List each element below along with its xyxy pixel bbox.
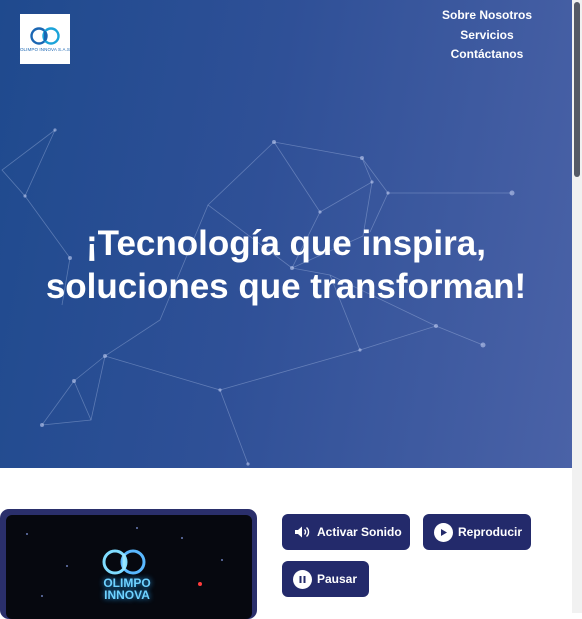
- video-player[interactable]: OLIMPO INNOVA: [0, 509, 257, 619]
- company-logo[interactable]: OLIMPO INNOVA S.A.S: [20, 14, 70, 64]
- pause-icon: [293, 569, 312, 589]
- pause-label: Pausar: [317, 572, 358, 586]
- video-logo-icon: [102, 549, 146, 575]
- nav-link-services[interactable]: Servicios: [460, 26, 513, 46]
- hero-title: ¡Tecnología que inspira, soluciones que …: [0, 222, 572, 308]
- logo-mark-icon: [30, 26, 60, 45]
- speaker-icon: [294, 525, 312, 539]
- nav-link-contact[interactable]: Contáctanos: [451, 45, 524, 65]
- hero-title-line2: soluciones que transforman!: [45, 267, 527, 306]
- logo-text: OLIMPO INNOVA S.A.S: [19, 46, 71, 52]
- pause-button[interactable]: Pausar: [282, 561, 369, 597]
- activate-sound-button[interactable]: Activar Sonido: [282, 514, 410, 550]
- play-label: Reproducir: [458, 525, 523, 539]
- main-nav: Sobre Nosotros Servicios Contáctanos: [442, 6, 532, 65]
- play-button[interactable]: Reproducir: [423, 514, 531, 550]
- play-icon: [434, 522, 453, 542]
- activate-sound-label: Activar Sonido: [317, 525, 402, 539]
- video-screen[interactable]: OLIMPO INNOVA: [6, 515, 252, 619]
- video-logo-text: OLIMPO INNOVA: [103, 576, 151, 602]
- page-scrollbar[interactable]: [572, 0, 582, 613]
- nav-link-about[interactable]: Sobre Nosotros: [442, 6, 532, 26]
- hero-title-line1: ¡Tecnología que inspira,: [86, 224, 486, 263]
- hero-section: OLIMPO INNOVA S.A.S Sobre Nosotros Servi…: [0, 0, 572, 468]
- video-light: [198, 582, 202, 586]
- scrollbar-thumb[interactable]: [574, 2, 580, 177]
